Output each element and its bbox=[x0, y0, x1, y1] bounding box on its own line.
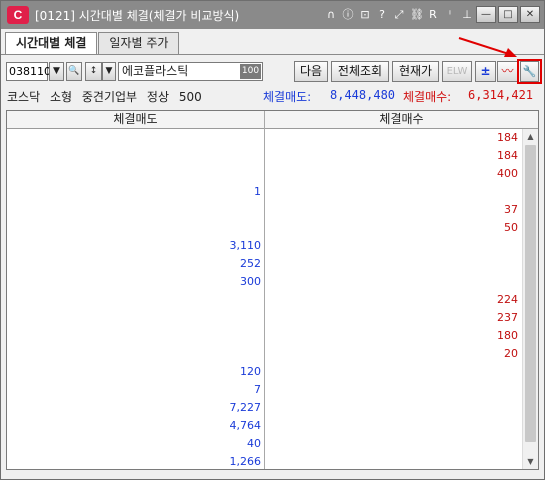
link-icon[interactable]: ⛓ bbox=[410, 8, 424, 21]
grid-rows: 184 184 400 1 37 50 3,110 252 300 224 237 180 20 120 7… bbox=[7, 129, 522, 469]
buy-total-label: 체결매수: bbox=[403, 90, 452, 104]
stock-badge: 100 bbox=[240, 64, 261, 79]
buy-cell: 400 bbox=[497, 167, 518, 180]
status-label: 정상 bbox=[146, 90, 169, 104]
expand-icon[interactable]: ⤢ bbox=[393, 8, 405, 21]
tab-daily-price[interactable]: 일자별 주가 bbox=[98, 32, 180, 54]
scroll-up-icon[interactable]: ▲ bbox=[523, 129, 538, 144]
title-icon-group: ∩ ⓘ ⊡ ? ⤢ ⛓ R ⁱ ⊥ bbox=[325, 8, 473, 21]
sell-cell: 120 bbox=[240, 365, 261, 378]
buy-cell: 180 bbox=[497, 329, 518, 342]
size-label: 소형 bbox=[49, 90, 73, 104]
table-row[interactable]: 1 bbox=[7, 183, 522, 201]
vertical-scrollbar[interactable]: ▲ ▼ bbox=[522, 129, 538, 469]
table-row[interactable]: 184 bbox=[7, 129, 522, 147]
stock-name-text: 에코플라스틱 bbox=[122, 64, 189, 78]
table-row[interactable]: 224 bbox=[7, 291, 522, 309]
table-row[interactable]: 180 bbox=[7, 327, 522, 345]
table-row[interactable]: 184 bbox=[7, 147, 522, 165]
table-row[interactable]: 7,227 bbox=[7, 399, 522, 417]
table-row[interactable]: 400 bbox=[7, 165, 522, 183]
buy-cell: 37 bbox=[504, 203, 518, 216]
table-row[interactable]: 7 bbox=[7, 381, 522, 399]
pin-icon[interactable]: ⊥ bbox=[461, 8, 473, 21]
stock-name-field[interactable]: 에코플라스틱 100 bbox=[118, 62, 263, 81]
col-header-sell[interactable]: 체결매도 bbox=[7, 111, 264, 129]
buy-cell: 20 bbox=[504, 347, 518, 360]
chat-icon[interactable]: ⊡ bbox=[359, 8, 371, 21]
sell-cell: 1 bbox=[254, 185, 261, 198]
chart-icon[interactable]: 〰 bbox=[497, 61, 518, 82]
sell-cell: 40 bbox=[247, 437, 261, 450]
title-bar[interactable]: C [0121] 시간대별 체결(체결가 비교방식) ∩ ⓘ ⊡ ? ⤢ ⛓ R… bbox=[1, 1, 544, 29]
table-row[interactable]: 252 bbox=[7, 255, 522, 273]
sell-total-label: 체결매도: bbox=[263, 90, 312, 104]
table-row[interactable]: 1,266 bbox=[7, 453, 522, 469]
market-label: 코스닥 bbox=[7, 90, 41, 104]
sort-dropdown-button[interactable]: ▼ bbox=[102, 62, 116, 81]
elw-button[interactable]: ELW bbox=[442, 61, 472, 82]
sell-cell: 7,227 bbox=[229, 401, 262, 414]
table-row[interactable]: 237 bbox=[7, 309, 522, 327]
tab-bar: 시간대별 체결 일자별 주가 bbox=[5, 32, 180, 55]
sell-cell: 7 bbox=[254, 383, 261, 396]
current-price-button[interactable]: 현재가 bbox=[392, 61, 439, 82]
code-dropdown-button[interactable]: ▼ bbox=[49, 62, 64, 81]
query-all-button[interactable]: 전체조회 bbox=[331, 61, 389, 82]
next-button[interactable]: 다음 bbox=[294, 61, 328, 82]
maximize-button[interactable]: □ bbox=[498, 6, 518, 23]
scroll-down-icon[interactable]: ▼ bbox=[523, 454, 538, 469]
sell-cell: 4,764 bbox=[229, 419, 262, 432]
plus-minus-icon[interactable]: ± bbox=[475, 61, 496, 82]
info-row: 코스닥 소형 중견기업부 정상 500 체결매도: 8,448,480 체결매수… bbox=[1, 88, 544, 106]
r-icon[interactable]: R bbox=[427, 8, 439, 21]
toolbar: 038110 ▼ 🔍 ↕ ▼ 에코플라스틱 100 다음 전체조회 현재가 EL… bbox=[1, 60, 544, 84]
table-row[interactable]: 300 bbox=[7, 273, 522, 291]
table-row[interactable]: 37 bbox=[7, 201, 522, 219]
sell-cell: 252 bbox=[240, 257, 261, 270]
buy-cell: 224 bbox=[497, 293, 518, 306]
search-icon[interactable]: 🔍 bbox=[66, 62, 82, 81]
font-size-icon[interactable]: ⁱ bbox=[444, 8, 456, 21]
category-label: 중견기업부 bbox=[81, 90, 138, 104]
sell-cell: 3,110 bbox=[229, 239, 262, 252]
tab-time-trades[interactable]: 시간대별 체결 bbox=[5, 32, 98, 55]
window-controls: — □ ✕ bbox=[476, 6, 540, 23]
col-header-buy[interactable]: 체결매수 bbox=[265, 111, 538, 129]
table-row[interactable]: 3,110 bbox=[7, 237, 522, 255]
buy-cell: 50 bbox=[504, 221, 518, 234]
buy-cell: 184 bbox=[497, 149, 518, 162]
help-icon[interactable]: ? bbox=[376, 8, 388, 21]
buy-total-value: 6,314,421 bbox=[468, 88, 534, 102]
app-logo: C bbox=[7, 6, 29, 24]
table-row[interactable]: 120 bbox=[7, 363, 522, 381]
close-button[interactable]: ✕ bbox=[520, 6, 540, 23]
annotation-arrow-icon bbox=[458, 37, 517, 57]
info-icon[interactable]: ⓘ bbox=[342, 8, 354, 21]
sell-cell: 300 bbox=[240, 275, 261, 288]
minimize-button[interactable]: — bbox=[476, 6, 496, 23]
headset-icon[interactable]: ∩ bbox=[325, 8, 337, 21]
grid-header: 체결매도 체결매수 bbox=[7, 111, 538, 129]
table-row[interactable]: 20 bbox=[7, 345, 522, 363]
trade-grid[interactable]: 체결매도 체결매수 184 184 400 1 37 50 3,110 252 300 224 23… bbox=[6, 110, 539, 470]
sell-cell: 1,266 bbox=[229, 455, 262, 468]
buy-cell: 184 bbox=[497, 131, 518, 144]
buy-cell: 237 bbox=[497, 311, 518, 324]
stock-code-input[interactable]: 038110 bbox=[6, 62, 51, 81]
market-info: 코스닥 소형 중견기업부 정상 500 bbox=[7, 88, 202, 105]
table-row[interactable]: 4,764 bbox=[7, 417, 522, 435]
table-row[interactable]: 50 bbox=[7, 219, 522, 237]
table-row[interactable]: 40 bbox=[7, 435, 522, 453]
unit-label: 500 bbox=[178, 90, 202, 104]
scroll-thumb[interactable] bbox=[525, 145, 536, 442]
settings-highlight-box bbox=[517, 59, 542, 84]
sort-icon[interactable]: ↕ bbox=[85, 62, 102, 81]
app-window: C [0121] 시간대별 체결(체결가 비교방식) ∩ ⓘ ⊡ ? ⤢ ⛓ R… bbox=[0, 0, 545, 480]
window-title: [0121] 시간대별 체결(체결가 비교방식) bbox=[35, 9, 240, 23]
sell-total-value: 8,448,480 bbox=[330, 88, 396, 102]
